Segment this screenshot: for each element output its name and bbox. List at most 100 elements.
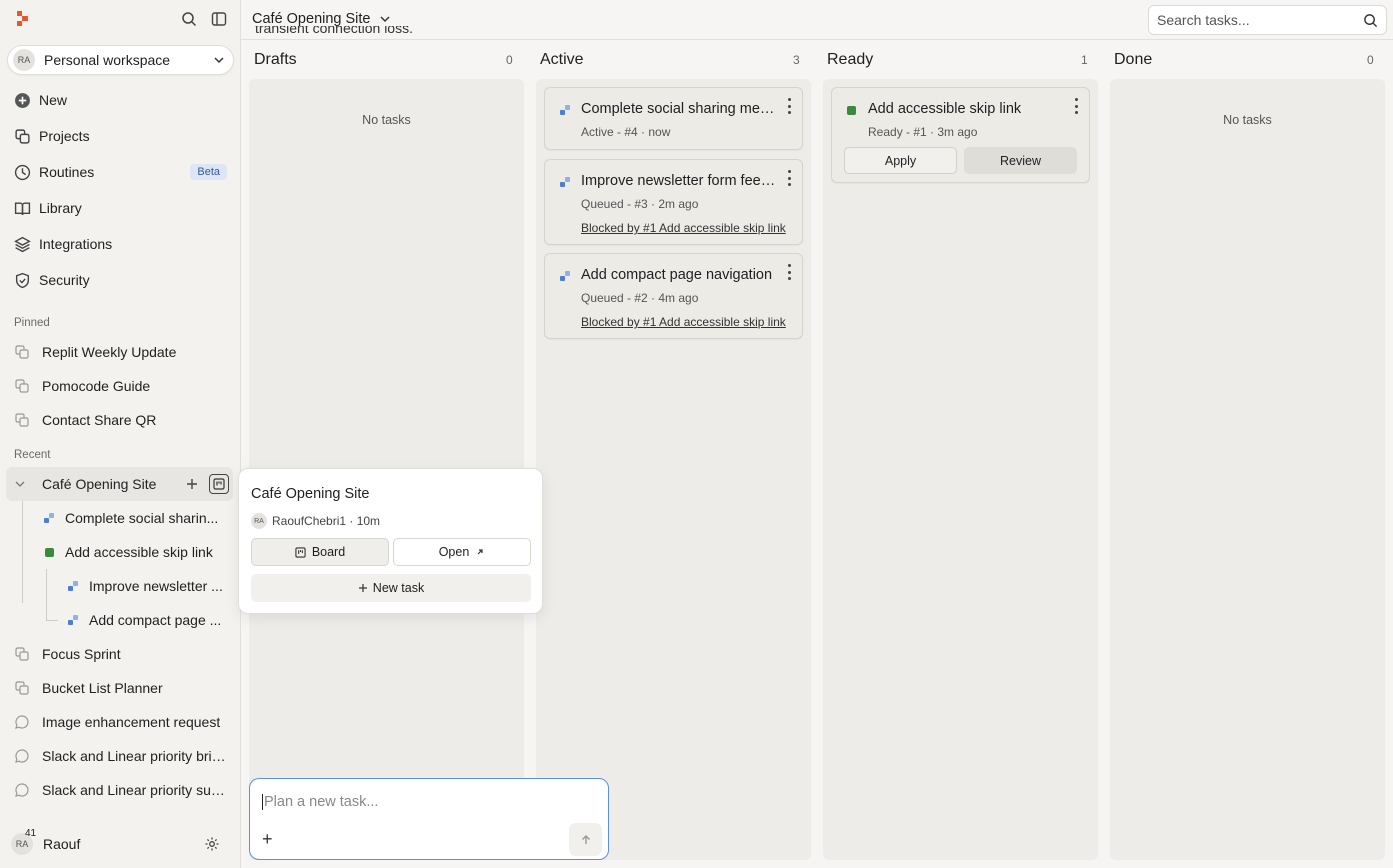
recent-task-label: Improve newsletter ... xyxy=(89,578,223,594)
sidebar-toggle-icon[interactable] xyxy=(210,10,228,28)
blocked-by-link[interactable]: Blocked by #1 Add accessible skip link xyxy=(581,315,786,329)
nav-item-label: New xyxy=(39,92,68,108)
chat-icon xyxy=(15,749,29,763)
column-count-drafts: 0 xyxy=(506,53,513,67)
clock-icon xyxy=(14,164,31,180)
task-status-icon xyxy=(560,177,570,187)
task-status-icon xyxy=(45,547,54,557)
board-icon xyxy=(295,546,306,558)
column-count-ready: 1 xyxy=(1081,53,1088,67)
column-title-active: Active xyxy=(540,51,584,68)
column-ready: Add accessible skip link Ready - #1 · 3m… xyxy=(823,79,1098,860)
projects-icon xyxy=(15,413,29,427)
top-header: Café Opening Site Search tasks... xyxy=(241,0,1393,40)
workspace-switcher[interactable]: RA Personal workspace xyxy=(7,45,234,75)
column-title-done: Done xyxy=(1114,51,1153,68)
user-menu[interactable]: RA 41 Raouf xyxy=(7,828,234,860)
nav-item-projects[interactable]: Projects xyxy=(0,118,241,154)
replit-logo-icon[interactable] xyxy=(14,10,32,28)
search-icon xyxy=(1364,13,1378,27)
pinned-item[interactable]: Contact Share QR xyxy=(0,403,241,437)
task-card[interactable]: Complete social sharing meta... Active -… xyxy=(544,87,803,150)
apply-button[interactable]: Apply xyxy=(844,147,957,174)
chevron-down-icon xyxy=(214,57,224,64)
search-input[interactable]: Search tasks... xyxy=(1148,5,1387,35)
more-vertical-icon[interactable] xyxy=(786,264,792,280)
open-label: Open xyxy=(438,545,470,559)
book-icon xyxy=(14,201,31,215)
popover-title: Café Opening Site xyxy=(251,486,370,502)
board-button[interactable]: Board xyxy=(251,538,389,566)
nav-item-routines[interactable]: Routines Beta xyxy=(0,154,241,190)
beta-badge: Beta xyxy=(190,164,227,180)
more-vertical-icon[interactable] xyxy=(1073,98,1079,114)
recent-task-item[interactable]: Complete social sharin... xyxy=(44,501,224,535)
plus-circle-icon xyxy=(15,92,30,108)
nav-item-label: Integrations xyxy=(39,236,113,252)
nav-item-integrations[interactable]: Integrations xyxy=(0,226,241,262)
nav-item-label: Security xyxy=(39,272,90,288)
projects-icon xyxy=(15,128,30,144)
pinned-item-label: Contact Share QR xyxy=(42,412,157,428)
column-done: No tasks xyxy=(1110,79,1385,860)
new-task-label: New task xyxy=(372,581,425,595)
nav-item-new[interactable]: New xyxy=(0,82,241,118)
popover-owner: RaoufChebri1 · 10m xyxy=(272,514,381,528)
popover-meta: RA RaoufChebri1 · 10m xyxy=(251,513,380,529)
shield-icon xyxy=(15,272,30,288)
task-status-icon xyxy=(68,581,78,591)
more-vertical-icon[interactable] xyxy=(786,98,792,114)
recent-task-item[interactable]: Improve newsletter ... xyxy=(68,569,228,603)
projects-icon xyxy=(15,345,29,359)
chat-icon xyxy=(15,715,29,729)
recent-item-label: Focus Sprint xyxy=(42,646,121,662)
plus-icon xyxy=(358,584,367,592)
task-status-icon xyxy=(560,105,570,115)
recent-item[interactable]: Focus Sprint xyxy=(0,637,241,671)
recent-item[interactable]: Slack and Linear priority sum... xyxy=(0,773,241,807)
task-composer[interactable]: Plan a new task... + xyxy=(249,778,609,860)
workspace-avatar: RA xyxy=(13,49,35,71)
attach-plus-icon[interactable]: + xyxy=(262,829,273,850)
send-button[interactable] xyxy=(569,823,602,856)
open-button[interactable]: Open xyxy=(393,538,531,566)
task-card[interactable]: Add accessible skip link Ready - #1 · 3m… xyxy=(831,87,1090,183)
recent-project-item[interactable]: Café Opening Site xyxy=(6,467,233,501)
empty-state: No tasks xyxy=(362,113,411,127)
task-card[interactable]: Add compact page navigation Queued - #2 … xyxy=(544,253,803,339)
column-count-done: 0 xyxy=(1367,53,1374,67)
nav-item-library[interactable]: Library xyxy=(0,190,241,226)
search-icon[interactable] xyxy=(180,10,198,28)
task-card[interactable]: Improve newsletter form feed... Queued -… xyxy=(544,159,803,245)
nav-item-label: Routines xyxy=(39,164,95,180)
task-meta: Ready - #1 · 3m ago xyxy=(868,125,978,139)
external-link-icon xyxy=(477,549,483,555)
projects-icon xyxy=(15,681,29,695)
project-title: Café Opening Site xyxy=(252,11,371,27)
pinned-label: Pinned xyxy=(14,317,50,329)
recent-task-label: Add accessible skip link xyxy=(65,544,213,560)
chevron-down-icon[interactable] xyxy=(14,478,26,490)
recent-item[interactable]: Image enhancement request xyxy=(0,705,241,739)
more-vertical-icon[interactable] xyxy=(786,170,792,186)
blocked-by-link[interactable]: Blocked by #1 Add accessible skip link xyxy=(581,221,786,235)
nav-item-security[interactable]: Security xyxy=(0,262,241,298)
project-switcher[interactable]: Café Opening Site xyxy=(252,11,391,27)
recent-item[interactable]: Bucket List Planner xyxy=(0,671,241,705)
board-icon[interactable] xyxy=(209,474,229,494)
task-title: Add accessible skip link xyxy=(868,101,1022,117)
review-button[interactable]: Review xyxy=(964,147,1077,174)
task-title: Complete social sharing meta... xyxy=(581,101,777,117)
recent-task-item[interactable]: Add compact page ... xyxy=(68,603,228,637)
recent-task-item[interactable]: Add accessible skip link xyxy=(45,535,225,569)
pinned-item[interactable]: Replit Weekly Update xyxy=(0,335,241,369)
add-icon[interactable] xyxy=(185,477,199,491)
gear-icon[interactable] xyxy=(204,836,220,852)
chat-icon xyxy=(15,783,29,797)
column-title-drafts: Drafts xyxy=(254,51,297,68)
nav-item-label: Library xyxy=(39,200,82,216)
recent-item[interactable]: Slack and Linear priority brie... xyxy=(0,739,241,773)
workspace-label: Personal workspace xyxy=(44,52,171,68)
pinned-item[interactable]: Pomocode Guide xyxy=(0,369,241,403)
new-task-button[interactable]: New task xyxy=(251,574,531,602)
